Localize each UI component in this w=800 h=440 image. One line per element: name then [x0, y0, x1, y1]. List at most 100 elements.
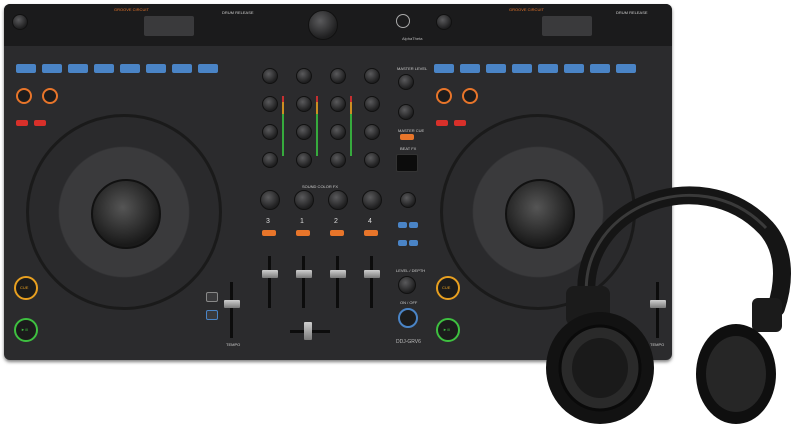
ch2-color-fx-knob[interactable] [328, 190, 348, 210]
right-loop-out-knob[interactable] [462, 88, 478, 104]
ch3-hi-knob[interactable] [262, 96, 278, 112]
left-sync-button[interactable] [34, 120, 46, 126]
ch3-low-knob[interactable] [262, 152, 278, 168]
left-pad-5[interactable] [120, 64, 140, 73]
right-shift-button[interactable] [436, 120, 448, 126]
left-pad-6[interactable] [146, 64, 166, 73]
right-pad-4[interactable] [512, 64, 532, 73]
ch1-fader-track [302, 256, 305, 308]
left-pad-1[interactable] [16, 64, 36, 73]
ch3-cue-button[interactable] [262, 230, 276, 236]
ch2-trim-knob[interactable] [330, 68, 346, 84]
left-pad-2[interactable] [42, 64, 62, 73]
left-beat-sync-button[interactable] [206, 292, 218, 302]
ch3-trim-knob[interactable] [262, 68, 278, 84]
ch4-hi-knob[interactable] [364, 96, 380, 112]
top-strip: GROOVE CIRCUIT CAPTURE DRUM RELEASE GROO… [4, 4, 672, 46]
crossfader[interactable] [304, 322, 312, 340]
left-jog-wheel[interactable] [26, 114, 222, 310]
ch1-channel-fader[interactable] [296, 270, 312, 278]
right-loop-in-knob[interactable] [436, 88, 452, 104]
master-cue-label: MASTER CUE [398, 128, 425, 133]
right-pad-6[interactable] [564, 64, 584, 73]
browse-knob[interactable] [308, 10, 338, 40]
ch3-channel-fader[interactable] [262, 270, 278, 278]
ch3-color-fx-knob[interactable] [260, 190, 280, 210]
ch1-hi-knob[interactable] [296, 96, 312, 112]
left-pad-4[interactable] [94, 64, 114, 73]
right-drum-release-label: DRUM RELEASE [616, 10, 648, 15]
channel-label-3: 3 [266, 218, 270, 225]
right-hinge [752, 298, 782, 332]
right-cue-button[interactable]: CUE [436, 276, 460, 300]
ch4-low-knob[interactable] [364, 152, 380, 168]
left-play-label: ►/II [21, 327, 29, 332]
channel-label-1: 1 [300, 218, 304, 225]
right-pad-3[interactable] [486, 64, 506, 73]
ch3-mid-knob[interactable] [262, 124, 278, 140]
ch1-color-fx-knob[interactable] [294, 190, 314, 210]
beat-fx-ch-button-3[interactable] [398, 240, 407, 246]
left-key-sync-button[interactable] [206, 310, 218, 320]
headphones-image [546, 186, 791, 424]
right-pad-8[interactable] [616, 64, 636, 73]
right-pad-2[interactable] [460, 64, 480, 73]
left-shift-button[interactable] [16, 120, 28, 126]
right-pad-5[interactable] [538, 64, 558, 73]
left-tempo-fader[interactable] [224, 300, 240, 308]
ch4-fader-track [370, 256, 373, 308]
ch2-low-knob[interactable] [330, 152, 346, 168]
beat-fx-ch-button-4[interactable] [409, 240, 418, 246]
left-loop-in-knob[interactable] [16, 88, 32, 104]
left-pad-3[interactable] [68, 64, 88, 73]
right-capture-pad[interactable] [542, 16, 592, 36]
headband [577, 186, 791, 317]
beat-fx-display [396, 154, 418, 172]
model-label: DDJ-GRV6 [396, 339, 421, 345]
ch2-fader-track [336, 256, 339, 308]
left-tempo-label: TEMPO [226, 342, 241, 347]
alphatheta-logo-icon [396, 14, 410, 28]
ch1-level-meter [316, 96, 318, 156]
ch1-mid-knob[interactable] [296, 124, 312, 140]
master-cue-button[interactable] [400, 134, 414, 140]
beat-fx-ch-button-2[interactable] [409, 222, 418, 228]
right-pad-1[interactable] [434, 64, 454, 73]
ch4-trim-knob[interactable] [364, 68, 380, 84]
left-play-button[interactable]: ►/II [14, 318, 38, 342]
ch4-color-fx-knob[interactable] [362, 190, 382, 210]
ch2-hi-knob[interactable] [330, 96, 346, 112]
fx-on-off-button[interactable] [398, 308, 418, 328]
ch1-low-knob[interactable] [296, 152, 312, 168]
beat-fx-select-knob[interactable] [400, 192, 416, 208]
ch2-cue-button[interactable] [330, 230, 344, 236]
left-jog-display [91, 179, 161, 249]
ch1-trim-knob[interactable] [296, 68, 312, 84]
left-loop-out-knob[interactable] [42, 88, 58, 104]
booth-level-knob[interactable] [398, 104, 414, 120]
right-pad-7[interactable] [590, 64, 610, 73]
ch4-mid-knob[interactable] [364, 124, 380, 140]
left-earcup-center [572, 338, 628, 398]
level-depth-knob[interactable] [398, 276, 416, 294]
right-play-button[interactable]: ►/II [436, 318, 460, 342]
master-level-knob[interactable] [398, 74, 414, 90]
beat-fx-ch-button-1[interactable] [398, 222, 407, 228]
left-top-knob[interactable] [12, 14, 28, 30]
right-earcup-pad [706, 336, 766, 412]
sound-color-fx-label: SOUND COLOR FX [302, 184, 339, 189]
ch3-fader-track [268, 256, 271, 308]
right-top-knob[interactable] [436, 14, 452, 30]
right-sync-button[interactable] [454, 120, 466, 126]
ch1-cue-button[interactable] [296, 230, 310, 236]
left-capture-pad[interactable] [144, 16, 194, 36]
ch4-cue-button[interactable] [364, 230, 378, 236]
left-pad-8[interactable] [198, 64, 218, 73]
ch2-channel-fader[interactable] [330, 270, 346, 278]
ch2-mid-knob[interactable] [330, 124, 346, 140]
left-pad-7[interactable] [172, 64, 192, 73]
channel-label-4: 4 [368, 218, 372, 225]
ch4-channel-fader[interactable] [364, 270, 380, 278]
right-groove-circuit-label: GROOVE CIRCUIT [509, 7, 544, 12]
left-cue-button[interactable]: CUE [14, 276, 38, 300]
